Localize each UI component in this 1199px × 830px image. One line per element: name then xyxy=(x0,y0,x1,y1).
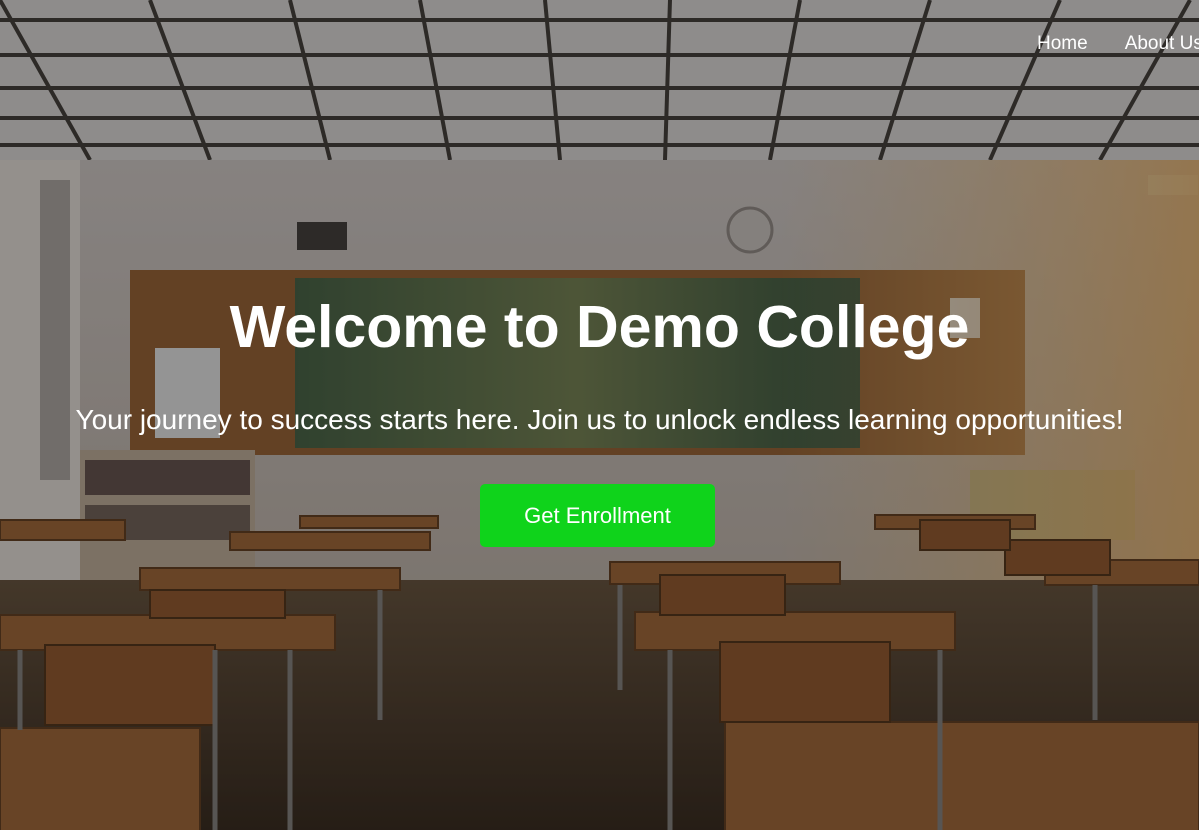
hero-subtitle: Your journey to success starts here. Joi… xyxy=(75,404,1124,435)
nav-link-home[interactable]: Home xyxy=(1037,33,1088,55)
hero-title: Welcome to Demo College xyxy=(229,294,970,360)
get-enrollment-button[interactable]: Get Enrollment xyxy=(480,484,715,547)
nav-link-about-us[interactable]: About Us xyxy=(1125,33,1199,55)
hero-section: Home About Us Welcome to Demo College Yo… xyxy=(0,0,1199,830)
top-navigation: Home About Us xyxy=(1037,33,1199,55)
